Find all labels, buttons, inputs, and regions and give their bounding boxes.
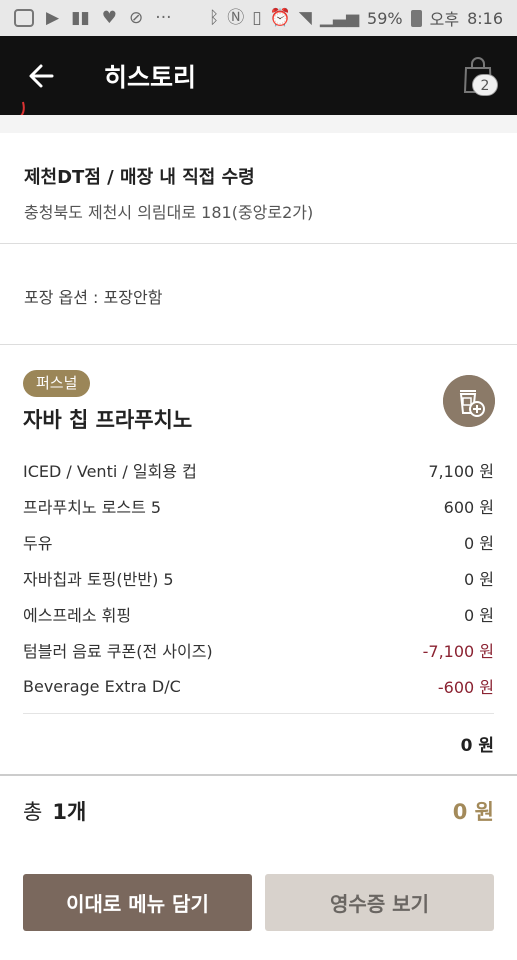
section-gap [0, 115, 517, 133]
packaging-option: 포장 옵션 : 포장안함 [24, 288, 163, 307]
view-receipt-button[interactable]: 영수증 보기 [265, 874, 494, 931]
store-section: 제천DT점 / 매장 내 직접 수령 충청북도 제천시 의림대로 181(중앙로… [0, 133, 517, 244]
total-text: 총 [23, 800, 43, 824]
time-period: 오후 [429, 10, 460, 29]
total-price: 0 원 [452, 800, 494, 824]
packaging-section: 포장 옵션 : 포장안함 [0, 245, 517, 345]
option-name: 프라푸치노 로스트 5 [23, 498, 162, 517]
battery-icon [410, 9, 422, 27]
page-title: 히스토리 [104, 63, 197, 92]
back-arrow-icon[interactable] [24, 58, 60, 94]
option-name: Beverage Extra D/C [23, 676, 181, 696]
option-name: 자바칩과 토핑(반반) 5 [23, 570, 174, 589]
alarm-icon: ⏰ [269, 7, 291, 28]
option-price-discount: -600 원 [437, 678, 494, 697]
option-price: 600 원 [443, 498, 494, 517]
divider [23, 713, 494, 714]
add-cup-icon[interactable] [443, 375, 495, 427]
personal-badge: 퍼스널 [23, 370, 91, 397]
option-row: 두유 0 원 [23, 524, 494, 560]
add-to-menu-button[interactable]: 이대로 메뉴 담기 [23, 874, 252, 931]
signal-icon: ▁▃▅ [319, 7, 360, 28]
total-count: 1개 [52, 800, 87, 824]
option-row: 텀블러 음료 쿠폰(전 사이즈) -7,100 원 [23, 632, 494, 668]
heart-icon: ♥ [101, 7, 118, 28]
option-name: 텀블러 음료 쿠폰(전 사이즈) [23, 642, 213, 661]
store-name: 제천DT점 / 매장 내 직접 수령 [24, 167, 255, 188]
option-price: 0 원 [464, 570, 494, 589]
option-name: ICED / Venti / 일회용 컵 [23, 462, 197, 481]
option-name: 두유 [23, 534, 53, 553]
total-label: 총 1개 [23, 796, 86, 826]
status-bar: ▶ ▮▮ ♥ ⊘ ··· ᛒ Ⓝ ▯ ⏰ ◥ ▁▃▅ 59% 오후 8:16 [0, 0, 517, 36]
option-row: Beverage Extra D/C -600 원 [23, 668, 494, 704]
option-row: ICED / Venti / 일회용 컵 7,100 원 [23, 452, 494, 488]
option-row: 에스프레소 휘핑 0 원 [23, 596, 494, 632]
chart-icon: ▮▮ [71, 7, 90, 28]
option-price: 7,100 원 [428, 462, 494, 481]
option-price: 0 원 [464, 606, 494, 625]
clock: 8:16 [467, 8, 503, 28]
u-icon [14, 9, 34, 27]
wifi-off-icon: ⊘ [129, 7, 144, 28]
battery-percent: 59% [367, 8, 403, 28]
option-price: 0 원 [464, 534, 494, 553]
app-header: 히스토리 [0, 36, 517, 115]
divider [0, 774, 517, 776]
vibrate-icon: ▯ [252, 7, 262, 28]
cart-count-badge: 2 [472, 74, 498, 96]
store-address: 충청북도 제천시 의림대로 181(중앙로2가) [24, 203, 314, 222]
more-icon: ··· [155, 7, 172, 28]
option-row: 프라푸치노 로스트 5 600 원 [23, 488, 494, 524]
nfc-icon: Ⓝ [227, 7, 245, 28]
item-name: 자바 칩 프라푸치노 [23, 408, 193, 432]
option-price-discount: -7,100 원 [422, 642, 494, 661]
bluetooth-icon: ᛒ [209, 7, 220, 28]
option-name: 에스프레소 휘핑 [23, 606, 132, 625]
item-subtotal: 0 원 [460, 736, 494, 756]
wifi-icon: ◥ [298, 7, 312, 28]
option-list: ICED / Venti / 일회용 컵 7,100 원 프라푸치노 로스트 5… [23, 452, 494, 704]
option-row: 자바칩과 토핑(반반) 5 0 원 [23, 560, 494, 596]
play-icon: ▶ [46, 7, 60, 28]
